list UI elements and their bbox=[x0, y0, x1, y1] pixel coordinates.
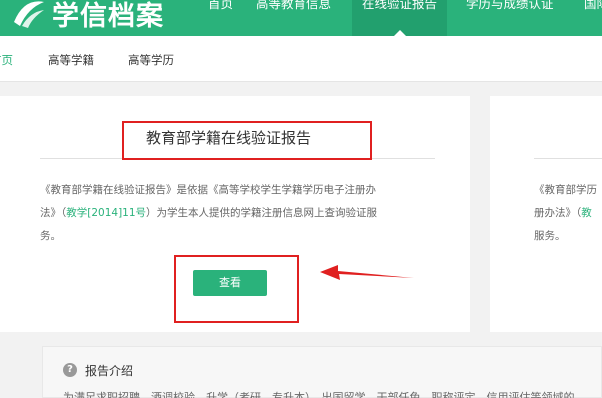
subnav-home[interactable]: 首页 bbox=[0, 52, 13, 68]
annotation-box-button bbox=[174, 255, 299, 323]
side-card-divider bbox=[534, 158, 602, 159]
report-intro-section: ? 报告介绍 为满足求职招聘、酒调校验、升学（考研、专升本）、出国留学、干部任免… bbox=[42, 346, 602, 398]
nav-online-verification-report[interactable]: 在线验证报告 bbox=[352, 0, 448, 36]
annotation-box-title bbox=[122, 121, 372, 160]
report-card-description: 《教育部学籍在线验证报告》是依据《高等学校学生学籍学历电子注册办 法》（教学[2… bbox=[40, 184, 378, 242]
top-navbar: 学信档案 首页 高等教育信息 在线验证报告 学历与成绩认证 国际 bbox=[0, 0, 602, 36]
nav-international[interactable]: 国际 bbox=[584, 0, 602, 36]
annotation-arrow-icon bbox=[320, 265, 414, 280]
report-intro-text: 为满足求职招聘、酒调校验、升学（考研、专升本）、出国留学、干部任免、职称评定、信… bbox=[63, 391, 575, 398]
brand-title[interactable]: 学信档案 bbox=[52, 0, 164, 33]
side-card-description: 《教育部学历 册办法》（教 服务。 bbox=[534, 184, 597, 242]
question-icon: ? bbox=[63, 363, 77, 377]
nav-degree-grade-certification[interactable]: 学历与成绩认证 bbox=[466, 0, 554, 36]
nav-higher-education-info[interactable]: 高等教育信息 bbox=[256, 0, 331, 36]
policy-document-link[interactable]: 教学[2014]11号 bbox=[66, 207, 146, 219]
nav-home[interactable]: 首页 bbox=[208, 0, 233, 36]
logo-icon bbox=[14, 1, 44, 28]
report-intro-title: 报告介绍 bbox=[85, 364, 134, 378]
subnav-higher-degree[interactable]: 高等学历 bbox=[128, 52, 174, 68]
sub-navbar: 首页 高等学籍 高等学历 bbox=[0, 36, 602, 82]
subnav-higher-enrollment[interactable]: 高等学籍 bbox=[48, 52, 94, 68]
